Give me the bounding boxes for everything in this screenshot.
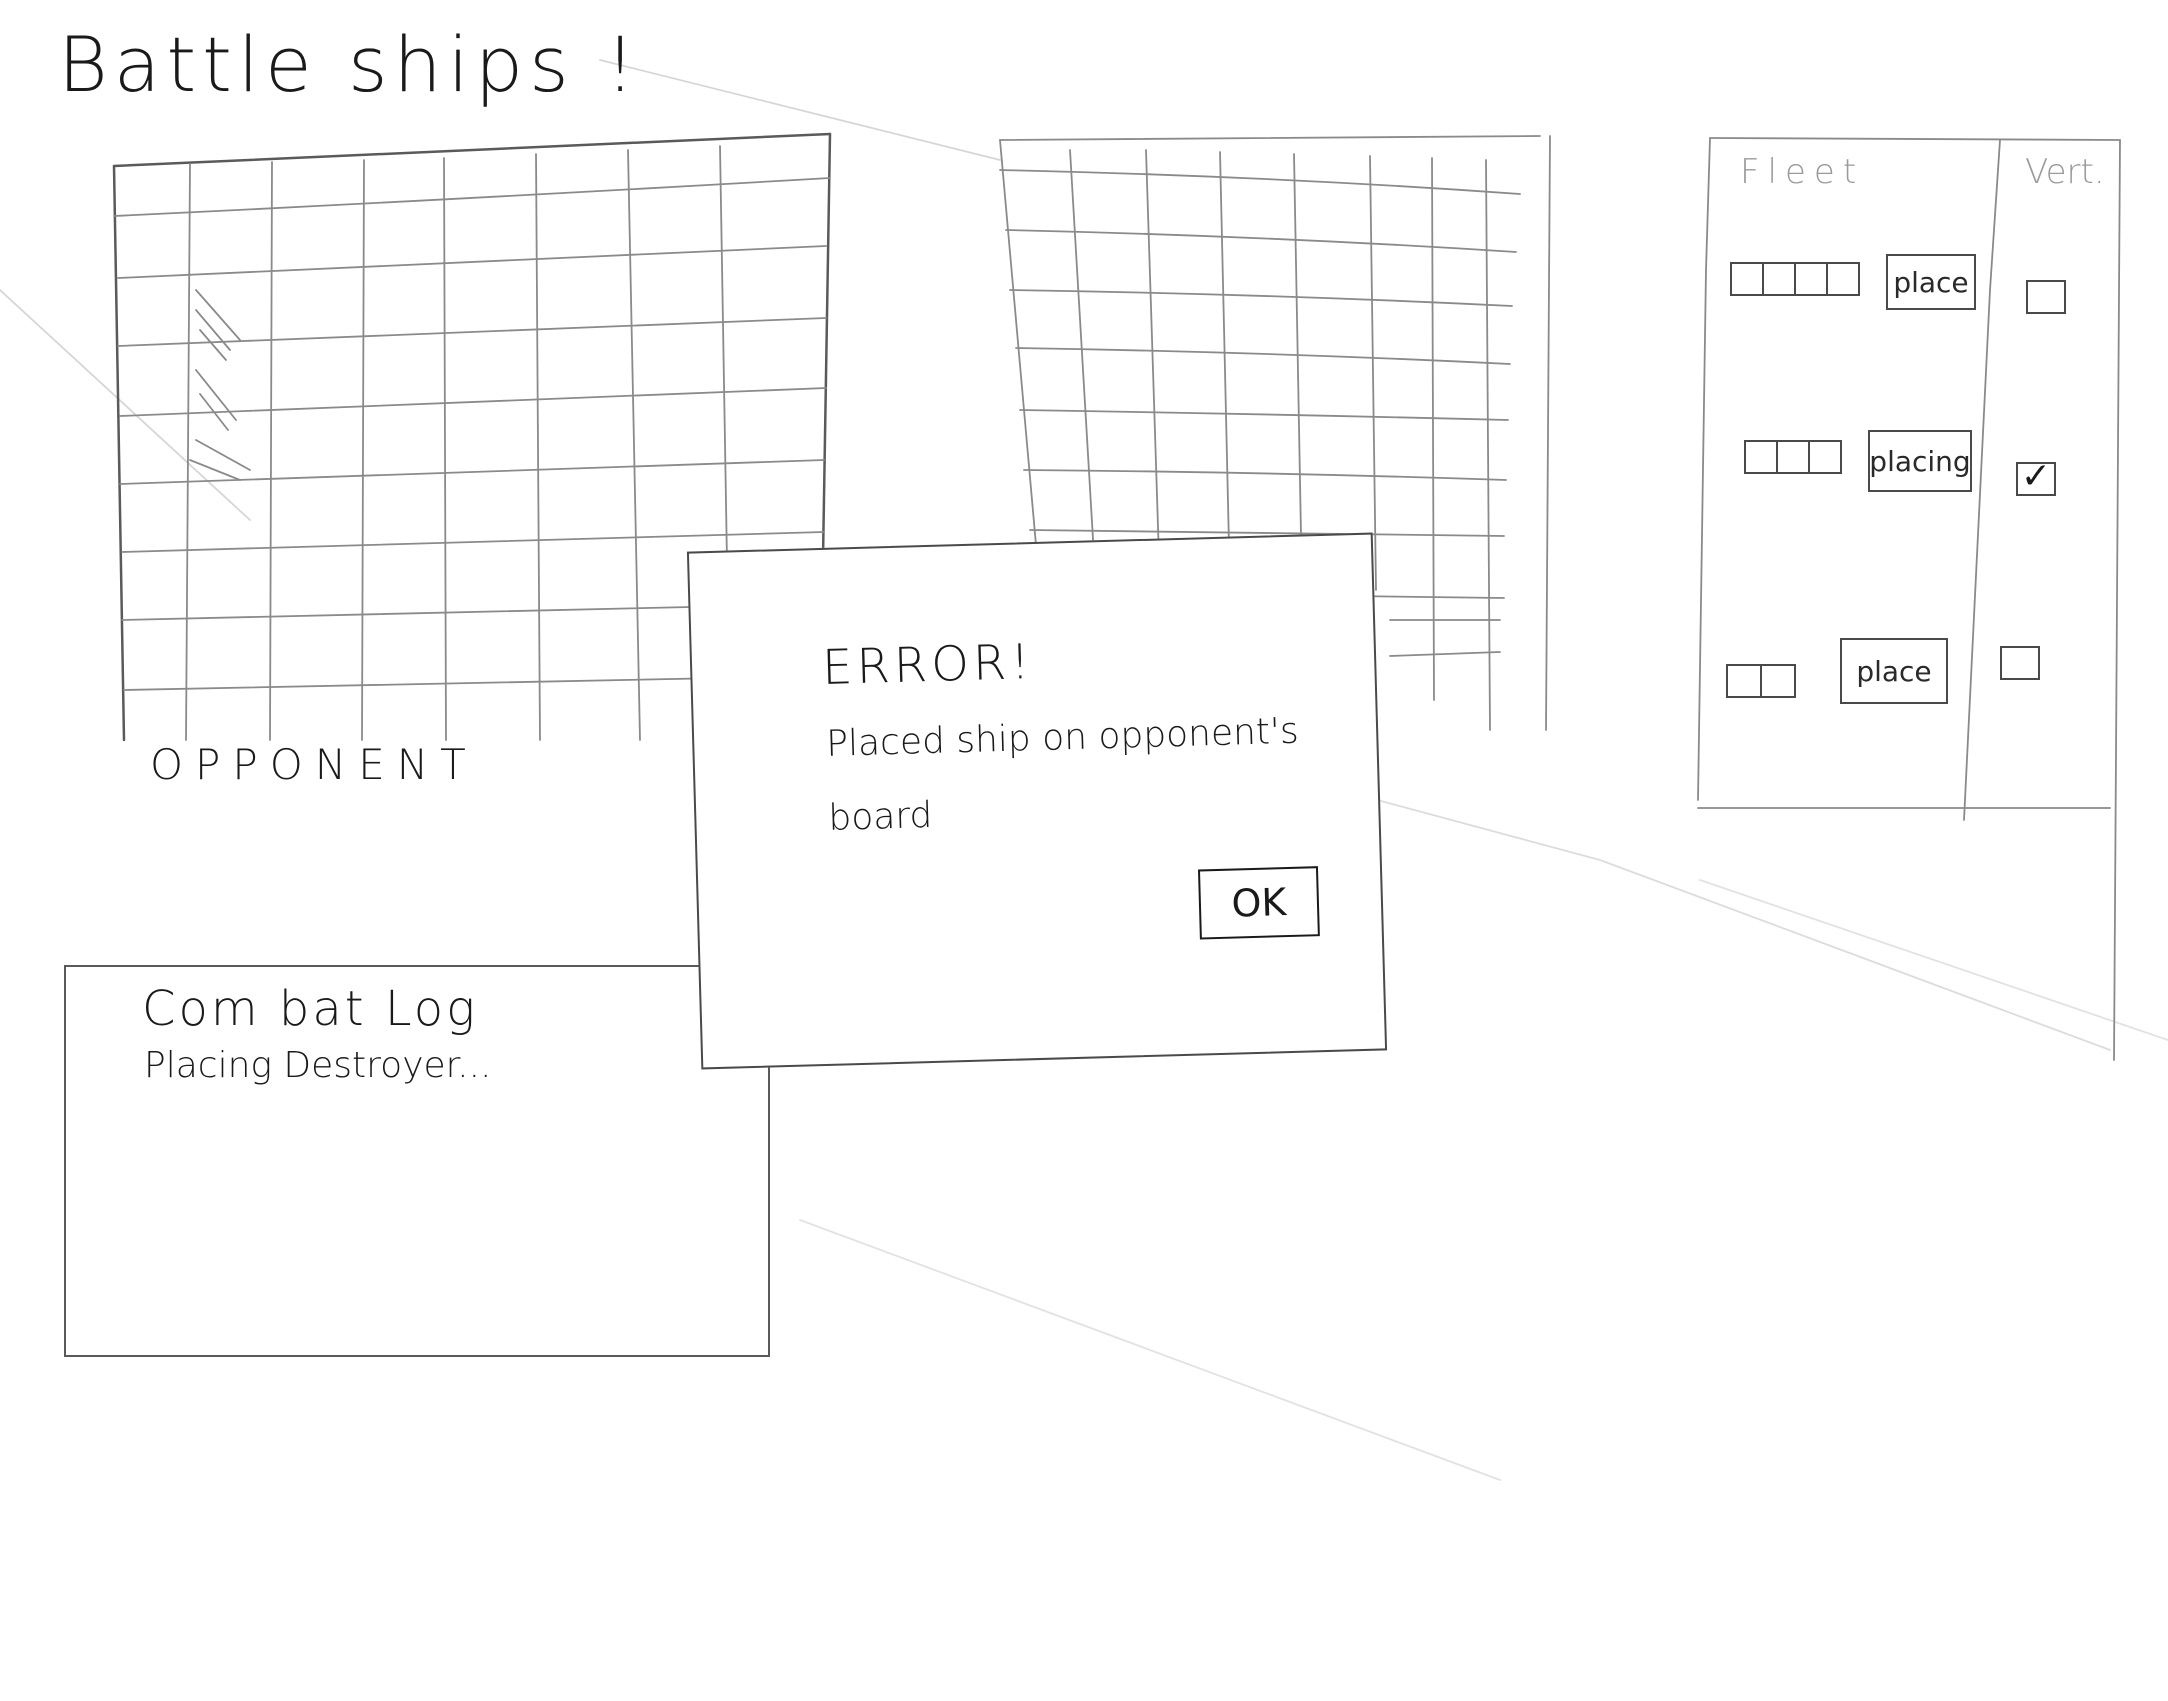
error-dialog: ERROR! Placed ship on opponent's board O… — [686, 532, 1388, 1070]
combat-log-title: Com bat Log — [142, 981, 478, 1037]
ship-preview-3 — [1744, 440, 1842, 474]
vertical-checkbox-1[interactable] — [2026, 280, 2066, 314]
ok-button[interactable]: OK — [1197, 866, 1320, 940]
fleet-header: Fleet — [1740, 152, 1865, 192]
combat-log-panel: Com bat Log Placing Destroyer... — [64, 965, 770, 1357]
place-ship-button-3[interactable]: place — [1840, 638, 1948, 704]
place-ship-button-2[interactable]: placing — [1868, 430, 1972, 492]
error-dialog-message: Placed ship on opponent's board — [825, 710, 1300, 839]
app-title: Battle ships ! — [58, 20, 642, 109]
vertical-header: Vert. — [2025, 152, 2105, 192]
vertical-checkbox-2[interactable]: ✓ — [2016, 459, 2056, 496]
error-dialog-title: ERROR! — [821, 634, 1035, 696]
combat-log-entry: Placing Destroyer... — [144, 1045, 492, 1086]
vertical-checkbox-3[interactable] — [2000, 646, 2040, 680]
place-ship-button-1[interactable]: place — [1886, 254, 1976, 310]
ship-preview-2 — [1726, 664, 1796, 698]
ship-preview-4 — [1730, 262, 1860, 296]
opponent-board-label: OPPONENT — [150, 740, 478, 789]
